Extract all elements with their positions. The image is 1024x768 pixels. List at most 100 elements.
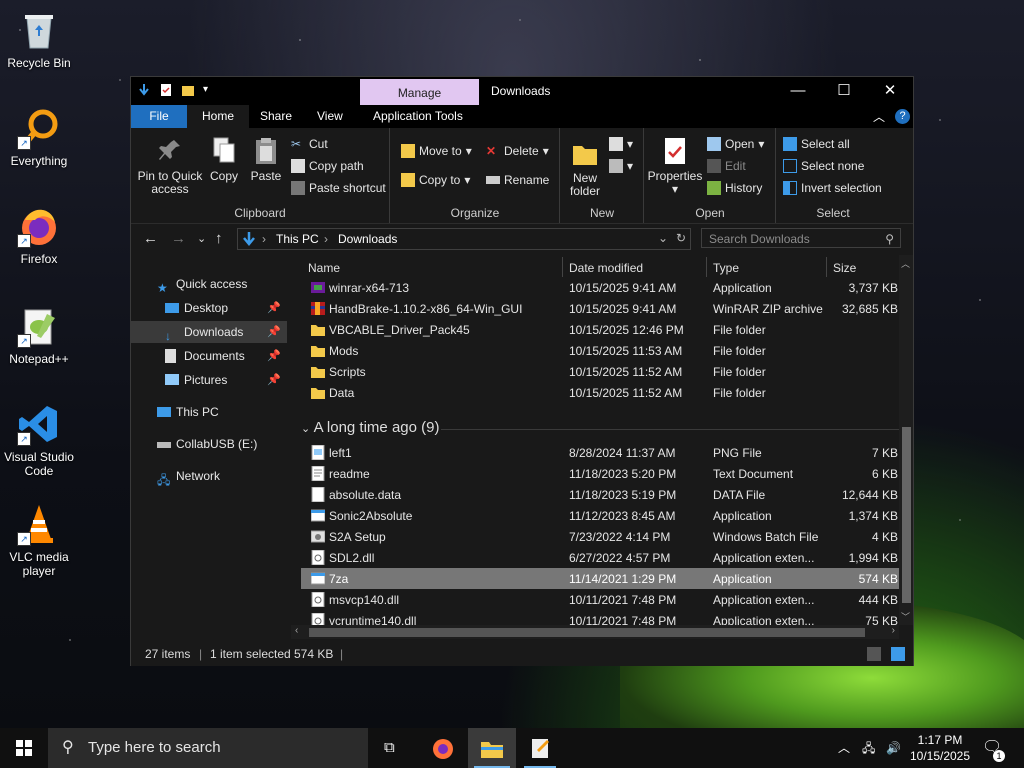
taskbar-firefox[interactable] (420, 728, 464, 768)
network-tray-icon[interactable]: 🖧 (862, 728, 875, 768)
address-dropdown-icon[interactable]: ⌄ (658, 231, 668, 245)
start-button[interactable] (0, 728, 48, 768)
move-to-button[interactable]: Move to ▾ (401, 144, 472, 158)
file-row[interactable]: readme 11/18/2023 5:20 PM Text Document 6 K… (301, 463, 899, 484)
file-row[interactable]: absolute.data 11/18/2023 5:19 PM DATA File… (301, 484, 899, 505)
new-folder-icon[interactable] (181, 83, 195, 97)
easy-access-button[interactable]: ▾ (609, 159, 633, 173)
properties-button[interactable]: Properties ▾ (647, 136, 703, 196)
select-all-button[interactable]: Select all (783, 137, 850, 151)
breadcrumb-this-pc[interactable]: This PC (276, 232, 319, 246)
file-row[interactable]: msvcp140.dll 10/11/2021 7:48 PM Applicatio… (301, 589, 899, 610)
group-header-long-time-ago[interactable]: ⌄ A long time ago (9) (301, 419, 899, 436)
taskbar-notepadpp[interactable] (518, 728, 562, 768)
new-folder-button[interactable]: New folder (563, 138, 607, 198)
nav-item-desktop[interactable]: Desktop 📌 (131, 297, 287, 319)
forward-arrow-icon[interactable]: → (171, 230, 186, 247)
open-button[interactable]: Open ▾ (707, 137, 764, 151)
copy-path-button[interactable]: Copy path (291, 159, 364, 173)
file-row[interactable]: Mods 10/15/2025 11:53 AM File folder (301, 340, 899, 361)
tab-view[interactable]: View (305, 105, 355, 128)
file-row[interactable]: VBCABLE_Driver_Pack45 10/15/2025 12:46 PM… (301, 319, 899, 340)
scroll-down-arrow-icon[interactable]: ﹀ (901, 610, 910, 623)
desktop-icon-vlc[interactable]: ↗ VLC media player (2, 502, 76, 578)
show-hidden-icons-chevron[interactable]: ︿ (838, 728, 850, 768)
volume-icon[interactable]: 🔊 (886, 728, 901, 768)
nav-item-collabusb[interactable]: CollabUSB (E:) (131, 433, 287, 455)
customize-toolbar-icon[interactable]: ▾ (203, 83, 217, 97)
file-row[interactable]: winrar-x64-713 10/15/2025 9:41 AM Applicat… (301, 277, 899, 298)
file-row[interactable]: 7za 11/14/2021 1:29 PM Application 574 KB (301, 568, 899, 589)
nav-item-documents[interactable]: Documents 📌 (131, 345, 287, 367)
paste-button[interactable]: Paste (247, 136, 285, 183)
tab-home[interactable]: Home (187, 105, 250, 128)
task-view-button[interactable]: ⧉ (370, 728, 414, 768)
column-divider[interactable] (562, 257, 563, 277)
select-none-button[interactable]: Select none (783, 159, 864, 173)
copy-button[interactable]: Copy (205, 136, 243, 183)
horizontal-scroll-thumb[interactable] (309, 628, 865, 637)
minimize-button[interactable]: — (775, 77, 821, 105)
rename-button[interactable]: Rename (486, 173, 549, 187)
manage-context-tab[interactable]: Manage (360, 79, 479, 105)
maximize-button[interactable]: ☐ (821, 77, 867, 105)
copy-to-button[interactable]: Copy to ▾ (401, 173, 470, 187)
nav-item-this-pc[interactable]: This PC (131, 401, 287, 423)
large-icons-view-icon[interactable] (891, 647, 905, 661)
taskbar-file-explorer[interactable] (468, 728, 516, 768)
tab-application-tools[interactable]: Application Tools (361, 105, 475, 128)
column-header-size[interactable]: Size (833, 261, 856, 275)
recent-locations-chevron-icon[interactable]: ⌄ (197, 232, 206, 245)
scroll-left-arrow-icon[interactable]: ‹ (295, 625, 298, 636)
vertical-scroll-thumb[interactable] (902, 427, 911, 603)
paste-shortcut-button[interactable]: Paste shortcut (291, 181, 386, 195)
horizontal-scrollbar[interactable]: ‹ › (291, 625, 899, 639)
scroll-right-arrow-icon[interactable]: › (892, 625, 895, 636)
file-row[interactable]: left1 8/28/2024 11:37 AM PNG File 7 KB (301, 442, 899, 463)
tab-file[interactable]: File (131, 105, 187, 128)
up-arrow-icon[interactable]: ↑ (215, 230, 223, 247)
file-row[interactable]: Data 10/15/2025 11:52 AM File folder (301, 382, 899, 403)
nav-item-quick-access[interactable]: ★ Quick access (131, 273, 287, 295)
group-collapse-chevron-icon[interactable]: ⌄ (301, 423, 310, 435)
vertical-scrollbar[interactable]: ︿ ﹀ (899, 255, 913, 625)
down-arrow-icon[interactable] (137, 83, 151, 97)
taskbar-clock[interactable]: 1:17 PM 10/15/2025 (905, 732, 975, 764)
search-input[interactable]: Search Downloads ⚲ (701, 228, 901, 248)
column-header-name[interactable]: Name (308, 261, 340, 275)
file-row[interactable]: S2A Setup 7/23/2022 4:14 PM Windows Batch … (301, 526, 899, 547)
edit-button[interactable]: Edit (707, 159, 746, 173)
column-divider[interactable] (706, 257, 707, 277)
new-item-button[interactable]: ▾ (609, 137, 633, 151)
taskbar-search-box[interactable]: ⚲ Type here to search (48, 728, 368, 768)
column-divider[interactable] (826, 257, 827, 277)
back-arrow-icon[interactable]: ← (143, 230, 158, 247)
address-bar[interactable]: › This PC › Downloads ⌄ ↻ (237, 228, 691, 250)
action-center-icon[interactable]: 🗨 (982, 728, 1006, 768)
tab-share[interactable]: Share (248, 105, 304, 128)
file-row[interactable]: Scripts 10/15/2025 11:52 AM File folder (301, 361, 899, 382)
details-view-icon[interactable] (867, 647, 881, 661)
nav-item-network[interactable]: 🖧 Network (131, 465, 287, 487)
properties-check-icon[interactable] (159, 83, 173, 97)
desktop-icon-vscode[interactable]: ↗ Visual Studio Code (2, 402, 76, 478)
column-header-type[interactable]: Type (713, 261, 739, 275)
desktop-icon-recycle-bin[interactable]: Recycle Bin (2, 8, 76, 70)
desktop-icon-firefox[interactable]: ↗ Firefox (2, 204, 76, 266)
close-button[interactable]: ✕ (867, 77, 913, 105)
nav-item-pictures[interactable]: Pictures 📌 (131, 369, 287, 391)
delete-button[interactable]: ✕ Delete ▾ (486, 144, 549, 158)
invert-selection-button[interactable]: Invert selection (783, 181, 882, 195)
desktop-icon-everything[interactable]: ↗ Everything (2, 106, 76, 168)
pin-to-quick-access-button[interactable]: Pin to Quick access (135, 136, 205, 196)
desktop-icon-notepadpp[interactable]: ↗ Notepad++ (2, 304, 76, 366)
column-header-date[interactable]: Date modified (569, 261, 643, 275)
refresh-icon[interactable]: ↻ (676, 231, 686, 245)
scroll-up-arrow-icon[interactable]: ︿ (901, 257, 910, 270)
file-row[interactable]: Sonic2Absolute 11/12/2023 8:45 AM Applicat… (301, 505, 899, 526)
cut-button[interactable]: ✂ Cut (291, 137, 328, 151)
help-icon[interactable]: ? (895, 109, 910, 124)
file-row[interactable]: HandBrake-1.10.2-x86_64-Win_GUI 10/15/202… (301, 298, 899, 319)
file-row[interactable]: SDL2.dll 6/27/2022 4:57 PM Application ext… (301, 547, 899, 568)
collapse-ribbon-icon[interactable]: ︿ (873, 108, 885, 125)
